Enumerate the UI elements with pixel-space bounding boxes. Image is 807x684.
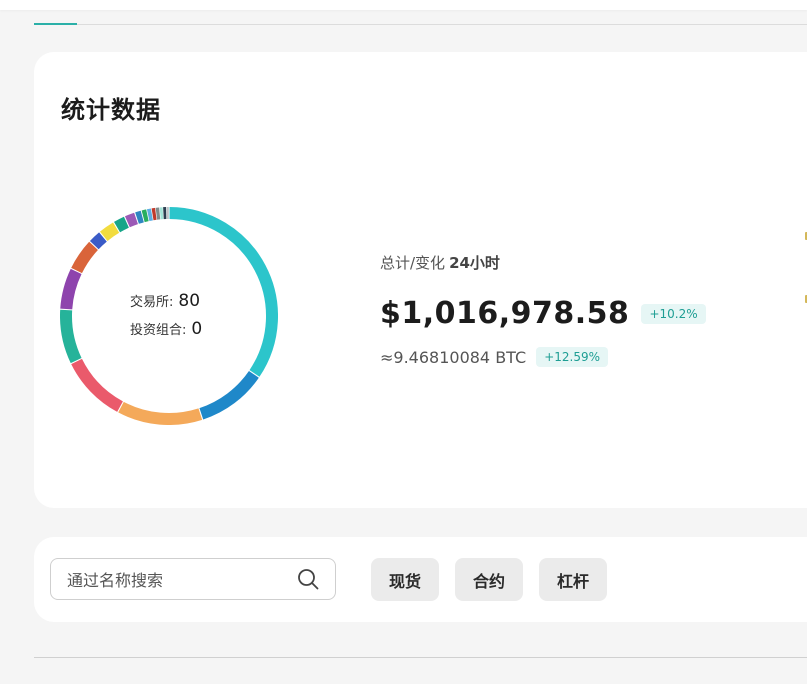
futures-filter-button[interactable]: 合约 xyxy=(455,558,523,601)
btc-balance: ≈9.46810084 BTC xyxy=(380,347,527,367)
donut-segment[interactable] xyxy=(199,370,259,420)
allocation-donut-chart[interactable]: 交易所: 80 投资组合: 0 xyxy=(60,207,278,425)
portfolios-label: 投资组合: xyxy=(130,323,187,338)
donut-segment[interactable] xyxy=(146,208,153,222)
summary-label: 总计/变化 xyxy=(380,254,446,272)
active-tab-indicator[interactable] xyxy=(34,23,77,25)
bottom-divider xyxy=(34,657,807,658)
btc-change-badge: +12.59% xyxy=(536,347,608,367)
statistics-title: 统计数据 xyxy=(61,96,161,124)
total-change-badge: +10.2% xyxy=(641,303,706,324)
summary-header: 总计/变化 24小时 xyxy=(380,252,706,273)
exchanges-row: 交易所: 80 xyxy=(130,291,250,319)
portfolios-count: 0 xyxy=(191,319,203,339)
top-bar xyxy=(0,0,807,10)
donut-segment[interactable] xyxy=(71,241,99,274)
spot-filter-button[interactable]: 现货 xyxy=(371,558,439,601)
summary-period: 24小时 xyxy=(449,254,500,272)
search-input[interactable] xyxy=(65,559,289,601)
donut-segment[interactable] xyxy=(99,222,120,241)
exchanges-count: 80 xyxy=(178,291,201,311)
donut-segment[interactable] xyxy=(141,209,149,223)
donut-segment[interactable] xyxy=(60,309,82,364)
donut-segment[interactable] xyxy=(114,216,129,233)
balance-summary: 总计/变化 24小时 $1,016,978.58 +10.2% ≈9.468100… xyxy=(380,252,706,367)
exchanges-label: 交易所: xyxy=(130,295,174,310)
donut-segment[interactable] xyxy=(60,268,82,310)
donut-segment[interactable] xyxy=(135,210,144,224)
donut-segment[interactable] xyxy=(118,401,203,425)
search-icon[interactable] xyxy=(297,568,319,590)
statistics-card: 统计数据 交易所: 80 投资组合: 0 总计/变化 24小时 $1,016,97… xyxy=(34,52,807,508)
portfolios-row: 投资组合: 0 xyxy=(130,319,250,347)
donut-segment[interactable] xyxy=(124,212,139,228)
search-box[interactable] xyxy=(50,558,336,601)
donut-center-info: 交易所: 80 投资组合: 0 xyxy=(130,291,250,347)
tab-bar-divider xyxy=(34,24,807,25)
donut-segment[interactable] xyxy=(89,232,107,250)
margin-filter-button[interactable]: 杠杆 xyxy=(539,558,607,601)
btc-row: ≈9.46810084 BTC +12.59% xyxy=(380,347,706,367)
donut-segment[interactable] xyxy=(71,358,124,412)
total-row: $1,016,978.58 +10.2% xyxy=(380,296,706,331)
filter-bar: 现货 合约 杠杆 xyxy=(34,537,807,622)
total-balance: $1,016,978.58 xyxy=(380,296,630,331)
